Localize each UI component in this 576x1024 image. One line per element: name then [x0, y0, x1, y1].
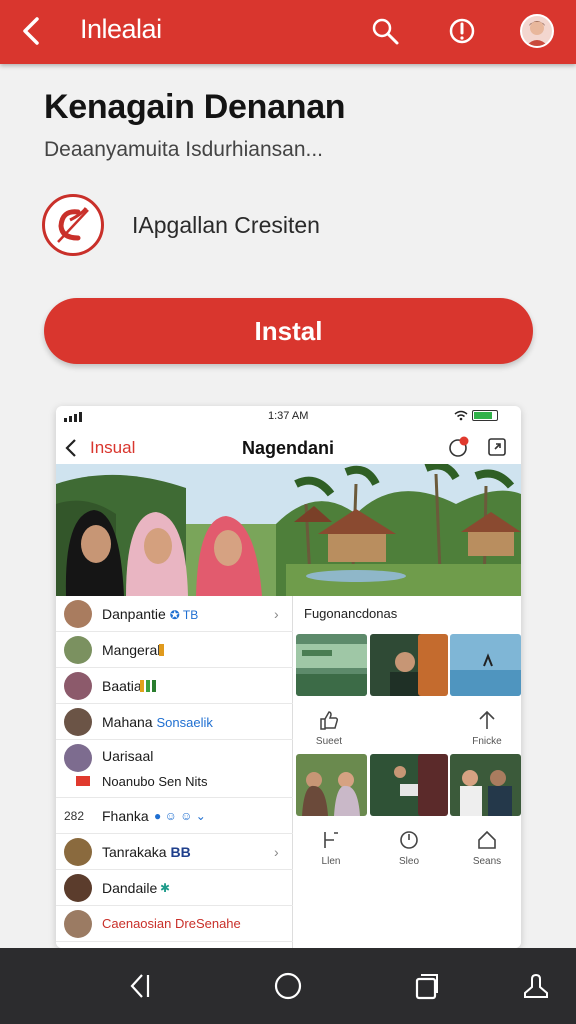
avatar	[64, 707, 92, 736]
signal-icon	[64, 412, 82, 422]
person-icon[interactable]	[516, 966, 556, 1006]
media-tile[interactable]	[450, 634, 521, 696]
list-item[interactable]: Baatia	[56, 668, 293, 704]
avatar	[64, 671, 92, 700]
list-item[interactable]: Uarisaal Noanubo Sen Nits	[56, 740, 293, 798]
media-grid: Fugonancdonas Sueet Fnicke Llen Sleo Sea…	[294, 596, 521, 948]
village-photo	[56, 464, 521, 596]
action-label: Fnicke	[472, 736, 502, 747]
battery-icon	[472, 410, 498, 421]
avatar	[64, 909, 92, 938]
list-item[interactable]: Danpantie ✪ TB ›	[56, 596, 293, 632]
chevron-left-icon[interactable]	[64, 436, 84, 460]
contact-name: Danpantie	[102, 605, 166, 622]
chevron-right-icon: ›	[274, 843, 279, 860]
app-subtitle: Deaanyamuita Isdurhiansan...	[44, 138, 323, 161]
contact-name: Fhanka	[102, 807, 149, 824]
chevron-right-icon: ›	[274, 605, 279, 622]
profile-avatar[interactable]	[520, 14, 554, 48]
back-icon[interactable]	[120, 966, 160, 1006]
star-icon: ✱	[160, 880, 171, 895]
contact-name: Caenaosian DreSenahe	[102, 916, 241, 931]
avatar	[64, 837, 92, 866]
info-icon[interactable]	[445, 14, 479, 48]
thumbs-up-icon	[294, 708, 364, 732]
media-tile[interactable]	[296, 634, 367, 696]
inner-back-label[interactable]: Insual	[90, 438, 135, 458]
inner-nav-bar: Insual Nagendani	[56, 428, 521, 468]
notification-icon[interactable]	[446, 434, 472, 460]
action-label: Sueet	[315, 736, 343, 747]
home-icon[interactable]	[268, 966, 308, 1006]
wifi-icon	[454, 410, 468, 421]
app-bar-title: Inlealai	[80, 14, 162, 44]
avatar	[64, 635, 92, 664]
row-prefix: 282	[64, 808, 85, 823]
action-sleep[interactable]: Sleo	[374, 828, 444, 867]
list-item[interactable]: Mangeral	[56, 632, 293, 668]
contact-name: Noanubo Sen Nits	[102, 774, 208, 789]
avatar	[64, 744, 92, 772]
contact-badge: BB	[170, 843, 191, 860]
share-icon[interactable]	[484, 434, 510, 460]
action-label: Sleo	[398, 856, 419, 867]
app-screenshot-preview[interactable]: 1:37 AM Insual Nagendani Danpantie ✪ TB …	[56, 406, 521, 948]
contact-name: Mahana	[102, 713, 153, 730]
action-list[interactable]: Llen	[296, 828, 366, 867]
emoji-reactions-icon: ● ☺ ☺ ⌄	[154, 808, 206, 823]
timer-icon	[374, 828, 444, 852]
contact-name: Mangeral	[102, 641, 161, 658]
status-bar-icon	[159, 643, 164, 656]
media-tile[interactable]	[418, 754, 448, 816]
color-tags-icon	[140, 679, 156, 692]
action-forward[interactable]: Fnicke	[452, 708, 521, 747]
system-nav-bar	[0, 948, 576, 1024]
home-outline-icon	[452, 828, 521, 852]
developer-logo[interactable]	[42, 194, 104, 256]
app-bar: Inlealai	[0, 0, 576, 64]
action-label: Seans	[472, 856, 502, 867]
contact-name: Uarisaal	[102, 748, 154, 764]
arrow-up-icon	[452, 708, 521, 732]
contact-name: Dandaile	[102, 879, 158, 896]
media-tile[interactable]	[418, 634, 448, 696]
back-arrow-icon[interactable]	[14, 14, 48, 48]
inner-title: Nagendani	[242, 438, 335, 458]
contact-name: Tanrakaka	[102, 843, 167, 860]
contact-name: Baatia	[102, 677, 142, 694]
grid-title: Fugonancdonas	[304, 606, 398, 621]
avatar	[64, 599, 92, 628]
media-tile[interactable]	[450, 754, 521, 816]
app-title: Kenagain Denanan	[44, 88, 346, 126]
list-item[interactable]: Tanrakaka BB ›	[56, 834, 293, 870]
contact-badge: Sonsaelik	[156, 714, 213, 730]
status-time: 1:37 AM	[268, 410, 309, 422]
list-item[interactable]: Dandaile ✱	[56, 870, 293, 906]
list-item[interactable]: Caenaosian DreSenahe	[56, 906, 293, 942]
document-icon	[296, 828, 366, 852]
list-item[interactable]: 282 Fhanka ● ☺ ☺ ⌄	[56, 798, 293, 834]
media-tile[interactable]	[296, 754, 367, 816]
flag-icon	[76, 776, 90, 786]
recents-icon[interactable]	[406, 966, 446, 1006]
search-icon[interactable]	[368, 14, 402, 48]
avatar	[64, 873, 92, 902]
action-label: Llen	[321, 856, 341, 867]
contact-badge: ✪ TB	[169, 607, 199, 622]
action-scans[interactable]: Seans	[452, 828, 521, 867]
developer-name[interactable]: IApgallan Cresiten	[132, 212, 320, 239]
contact-list: Danpantie ✪ TB › Mangeral Baatia Mahana …	[56, 596, 293, 948]
list-item[interactable]: Mahana Sonsaelik	[56, 704, 293, 740]
action-share[interactable]: Sueet	[294, 708, 364, 747]
status-bar: 1:37 AM	[56, 406, 521, 428]
install-button[interactable]: Instal	[44, 298, 533, 364]
